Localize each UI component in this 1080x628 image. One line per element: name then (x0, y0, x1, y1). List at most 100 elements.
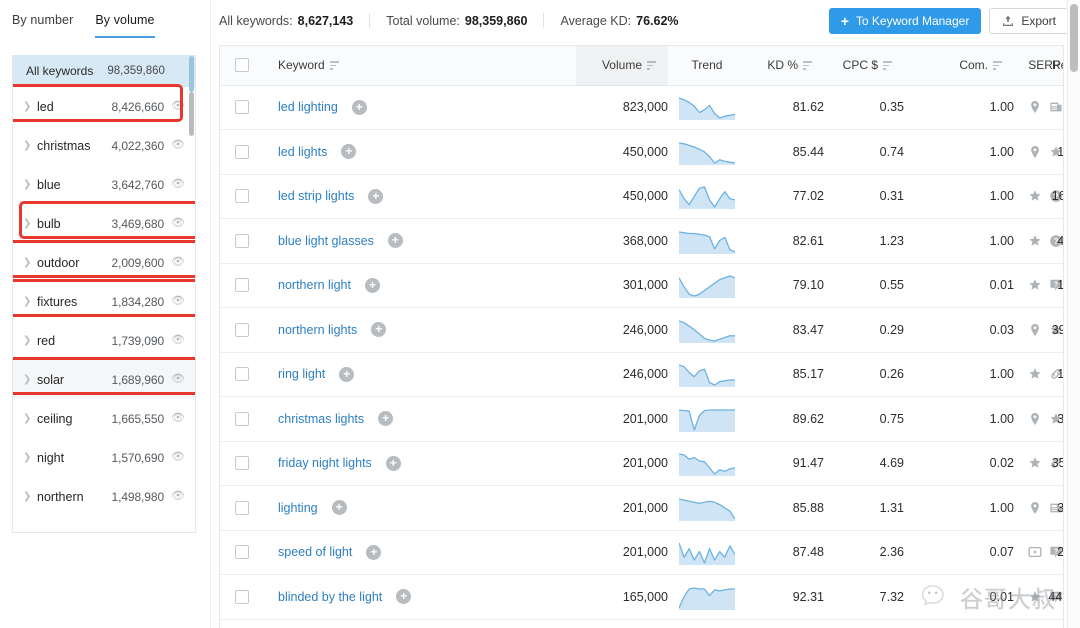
add-keyword-button[interactable]: + (378, 411, 394, 427)
eye-icon[interactable]: 👁 (171, 374, 185, 385)
pin-icon[interactable] (1028, 501, 1042, 515)
chevron-right-icon[interactable]: ❯ (23, 491, 37, 502)
sort-icon-volume[interactable] (647, 61, 656, 70)
eye-icon[interactable]: 👁 (171, 257, 185, 268)
keyword-link[interactable]: lighting (278, 501, 318, 515)
table-row[interactable]: friday night lights +201,000 91.47 4.69 0.02… (220, 441, 1063, 486)
table-row[interactable]: ring light+246,00085.170.261.00+61.9B (220, 352, 1063, 397)
pin-icon[interactable] (1028, 323, 1042, 337)
sort-icon-cpc[interactable] (883, 61, 892, 70)
th-keyword[interactable]: Keyword (264, 46, 576, 86)
keyword-link[interactable]: friday night lights (278, 456, 372, 470)
keyword-link[interactable]: ring light (278, 367, 325, 381)
table-row[interactable]: northern light+301,00079.100.550.01?+21.… (220, 263, 1063, 308)
eye-icon[interactable]: 👁 (171, 179, 185, 190)
row-checkbox[interactable] (235, 367, 249, 382)
row-checkbox[interactable] (235, 233, 249, 248)
row-checkbox[interactable] (235, 278, 249, 293)
row-checkbox[interactable] (235, 100, 249, 115)
star-icon[interactable] (1028, 234, 1042, 248)
eye-icon[interactable]: 👁 (171, 452, 185, 463)
add-keyword-button[interactable]: + (341, 144, 357, 160)
pin-icon[interactable] (1028, 412, 1042, 426)
add-keyword-button[interactable]: + (339, 366, 355, 382)
table-row[interactable]: lighting+201,00085.881.311.00+23.7B (220, 485, 1063, 531)
sidebar-scrollbar-thumb[interactable] (189, 92, 194, 136)
chevron-right-icon[interactable]: ❯ (23, 296, 37, 307)
table-row[interactable]: christmas lights+201,00089.620.751.00+53… (220, 396, 1063, 442)
table-row[interactable]: led lighting+823,00081.620.351.00+51B (220, 85, 1063, 130)
table-row[interactable]: led lights+450,00085.440.741.00+51.5B (220, 129, 1063, 175)
add-keyword-button[interactable]: + (331, 500, 347, 516)
select-all-checkbox[interactable] (235, 58, 249, 73)
add-keyword-button[interactable]: + (396, 589, 412, 605)
table-row[interactable]: blue light glasses +368,000 82.61 1.23 1.00?… (220, 218, 1063, 264)
eye-icon[interactable]: 👁 (171, 491, 185, 502)
keyword-link[interactable]: led strip lights (278, 189, 354, 203)
add-keyword-button[interactable]: + (385, 455, 401, 471)
eye-icon[interactable]: 👁 (171, 296, 185, 307)
eye-icon[interactable]: 👁 (171, 335, 185, 346)
add-keyword-button[interactable]: + (387, 233, 403, 249)
sort-icon-com[interactable] (993, 61, 1002, 70)
sidebar-item-red[interactable]: ❯ red 1,739,090 👁 (13, 321, 195, 360)
add-keyword-button[interactable]: + (368, 188, 384, 204)
row-checkbox[interactable] (235, 322, 249, 337)
chevron-right-icon[interactable]: ❯ (23, 374, 37, 385)
tab-by-number[interactable]: By number (12, 13, 73, 36)
to-keyword-manager-button[interactable]: + To Keyword Manager (828, 7, 982, 34)
star-icon[interactable] (1028, 189, 1042, 203)
row-checkbox[interactable] (235, 456, 249, 471)
star-icon[interactable] (1028, 278, 1042, 292)
page-scrollbar-thumb[interactable] (1070, 4, 1078, 72)
sidebar-item-blue[interactable]: ❯ blue 3,642,760 👁 (13, 165, 195, 204)
star-icon[interactable] (1028, 456, 1042, 470)
export-button[interactable]: Export (989, 7, 1068, 34)
row-checkbox[interactable] (235, 189, 249, 204)
row-checkbox[interactable] (235, 545, 249, 560)
eye-icon[interactable]: 👁 (171, 218, 185, 229)
sort-icon-keyword[interactable] (329, 61, 339, 70)
chevron-right-icon[interactable]: ❯ (23, 101, 37, 112)
tab-by-volume[interactable]: By volume (95, 13, 155, 38)
news-icon[interactable] (1049, 100, 1063, 114)
keyword-link[interactable]: blue light glasses (278, 234, 374, 248)
keyword-link[interactable]: speed of light (278, 545, 352, 559)
eye-icon[interactable]: 👁 (171, 413, 185, 424)
keyword-link[interactable]: blinded by the light (278, 590, 382, 604)
sidebar-item-ceiling[interactable]: ❯ ceiling 1,665,550 👁 (13, 399, 195, 438)
sidebar-item-all-keywords[interactable]: All keywords 98,359,860 (13, 55, 195, 87)
keyword-link[interactable]: led lights (278, 145, 327, 159)
chevron-right-icon[interactable]: ❯ (23, 413, 37, 424)
pin-icon[interactable] (1028, 100, 1042, 114)
row-checkbox[interactable] (235, 589, 249, 604)
table-row[interactable]: northern lights+246,00083.470.290.03+539… (220, 307, 1063, 353)
th-com[interactable]: Com. (904, 46, 1014, 86)
row-checkbox[interactable] (235, 500, 249, 515)
chevron-right-icon[interactable]: ❯ (23, 452, 37, 463)
th-cpc[interactable]: CPC $ (824, 46, 904, 86)
keyword-link[interactable]: led lighting (278, 100, 338, 114)
chevron-right-icon[interactable]: ❯ (23, 335, 37, 346)
table-row[interactable]: led strip lights+450,00077.020.311.00?+5… (220, 174, 1063, 219)
th-volume[interactable]: Volume (576, 46, 668, 86)
table-row[interactable]: speed of light+201,00087.482.360.07?+22.… (220, 530, 1063, 575)
sidebar-item-christmas[interactable]: ❯ christmas 4,022,360 👁 (13, 126, 195, 165)
add-keyword-button[interactable]: + (366, 544, 382, 560)
chevron-right-icon[interactable]: ❯ (23, 179, 37, 190)
add-keyword-button[interactable]: + (351, 99, 367, 115)
sidebar-item-bulb[interactable]: ❯ bulb 3,469,680 👁 (13, 204, 195, 243)
pin-icon[interactable] (1028, 145, 1042, 159)
star-icon[interactable] (1028, 367, 1042, 381)
star-icon[interactable] (1028, 590, 1042, 604)
chevron-right-icon[interactable]: ❯ (23, 218, 37, 229)
sidebar-item-outdoor[interactable]: ❯ outdoor 2,009,600 👁 (13, 243, 195, 282)
sidebar-item-northern[interactable]: ❯ northern 1,498,980 👁 (13, 477, 195, 516)
sidebar-item-fixtures[interactable]: ❯ fixtures 1,834,280 👁 (13, 282, 195, 321)
sidebar-item-night[interactable]: ❯ night 1,570,690 👁 (13, 438, 195, 477)
table-row[interactable]: blinded by the light +165,000 92.31 7.32 0.0… (220, 574, 1063, 620)
th-kd[interactable]: KD % (746, 46, 824, 86)
chevron-right-icon[interactable]: ❯ (23, 140, 37, 151)
keyword-link[interactable]: christmas lights (278, 412, 364, 426)
keyword-link[interactable]: northern lights (278, 323, 357, 337)
